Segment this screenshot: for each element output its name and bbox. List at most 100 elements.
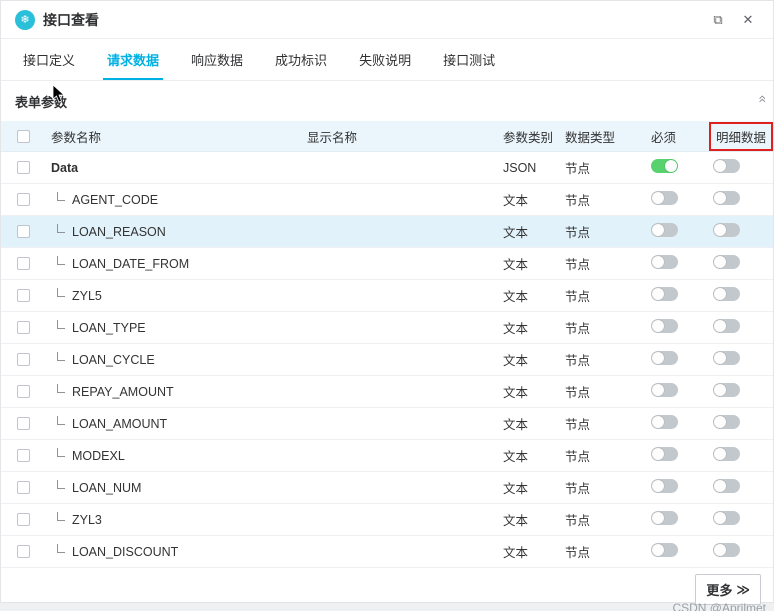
row-checkbox[interactable] bbox=[16, 289, 30, 302]
tree-branch-icon bbox=[57, 224, 65, 233]
detail-data-toggle[interactable] bbox=[713, 319, 740, 333]
row-checkbox-cell bbox=[1, 449, 45, 462]
required-toggle[interactable] bbox=[651, 159, 678, 173]
required-toggle[interactable] bbox=[651, 511, 678, 525]
row-checkbox[interactable] bbox=[16, 193, 30, 206]
detail-data-toggle[interactable] bbox=[713, 479, 740, 493]
row-checkbox[interactable] bbox=[16, 481, 30, 494]
row-checkbox[interactable] bbox=[16, 417, 30, 430]
close-icon[interactable]: ✕ bbox=[737, 9, 759, 31]
param-name-label: LOAN_REASON bbox=[72, 224, 166, 239]
detail-data-toggle[interactable] bbox=[713, 159, 740, 173]
row-checkbox-cell bbox=[1, 545, 45, 558]
expand-icon[interactable]: ⧉ bbox=[707, 9, 729, 31]
table-row[interactable]: LOAN_REASON 文本 节点 bbox=[1, 216, 773, 248]
param-category: 文本 bbox=[503, 226, 529, 240]
required-toggle[interactable] bbox=[651, 415, 678, 429]
required-toggle[interactable] bbox=[651, 255, 678, 269]
col-required: 必须 bbox=[651, 130, 677, 145]
required-toggle-cell bbox=[645, 159, 707, 176]
required-toggle-cell bbox=[645, 543, 707, 560]
col-param-name: 参数名称 bbox=[51, 130, 102, 145]
param-name: MODEXL bbox=[45, 448, 301, 463]
table-header-row: 参数名称 显示名称 参数类别 数据类型 必须 明细数据 bbox=[1, 121, 774, 152]
param-name: LOAN_REASON bbox=[45, 224, 301, 239]
detail-data-toggle[interactable] bbox=[713, 287, 740, 301]
collapse-double-chevron-up-icon[interactable]: » bbox=[753, 95, 769, 103]
data-type: 节点 bbox=[565, 162, 591, 176]
required-toggle[interactable] bbox=[651, 319, 678, 333]
row-checkbox[interactable] bbox=[16, 513, 30, 526]
required-toggle[interactable] bbox=[651, 479, 678, 493]
dialog-footer: 更多 ≫ bbox=[1, 568, 773, 610]
tab-4[interactable]: 成功标识 bbox=[259, 39, 343, 80]
required-toggle[interactable] bbox=[651, 191, 678, 205]
tab-6[interactable]: 接口测试 bbox=[427, 39, 511, 80]
table-row[interactable]: ZYL3 文本 节点 bbox=[1, 504, 773, 536]
detail-data-toggle[interactable] bbox=[713, 447, 740, 461]
tree-branch-icon bbox=[57, 544, 65, 553]
param-name-label: LOAN_CYCLE bbox=[72, 352, 155, 367]
table-row[interactable]: Data JSON 节点 bbox=[1, 152, 773, 184]
table-row[interactable]: LOAN_AMOUNT 文本 节点 bbox=[1, 408, 773, 440]
table-row[interactable]: AGENT_CODE 文本 节点 bbox=[1, 184, 773, 216]
required-toggle[interactable] bbox=[651, 287, 678, 301]
detail-data-toggle-cell bbox=[707, 255, 774, 272]
tab-1[interactable]: 接口定义 bbox=[7, 39, 91, 80]
table-row[interactable]: LOAN_NUM 文本 节点 bbox=[1, 472, 773, 504]
required-toggle-cell bbox=[645, 351, 707, 368]
select-all-checkbox[interactable] bbox=[16, 129, 30, 143]
row-checkbox-cell bbox=[1, 193, 45, 206]
tab-3[interactable]: 响应数据 bbox=[175, 39, 259, 80]
row-checkbox[interactable] bbox=[16, 385, 30, 398]
tree-branch-icon bbox=[57, 416, 65, 425]
detail-data-toggle[interactable] bbox=[713, 415, 740, 429]
detail-data-toggle-cell bbox=[707, 415, 774, 432]
row-checkbox[interactable] bbox=[16, 161, 30, 174]
row-checkbox-cell bbox=[1, 353, 45, 366]
table-row[interactable]: LOAN_TYPE 文本 节点 bbox=[1, 312, 773, 344]
row-checkbox[interactable] bbox=[16, 353, 30, 366]
required-toggle[interactable] bbox=[651, 351, 678, 365]
param-name-label: REPAY_AMOUNT bbox=[72, 384, 174, 399]
form-params-section-header: 表单参数 » bbox=[1, 81, 773, 121]
required-toggle[interactable] bbox=[651, 447, 678, 461]
row-checkbox[interactable] bbox=[16, 449, 30, 462]
row-checkbox-cell bbox=[1, 481, 45, 494]
row-checkbox[interactable] bbox=[16, 257, 30, 270]
required-toggle[interactable] bbox=[651, 223, 678, 237]
table-row[interactable]: REPAY_AMOUNT 文本 节点 bbox=[1, 376, 773, 408]
detail-data-toggle-cell bbox=[707, 383, 774, 400]
param-name-label: MODEXL bbox=[72, 448, 125, 463]
dialog-title: 接口查看 bbox=[43, 11, 99, 28]
row-checkbox-cell bbox=[1, 513, 45, 526]
detail-data-toggle[interactable] bbox=[713, 511, 740, 525]
row-checkbox[interactable] bbox=[16, 545, 30, 558]
table-row[interactable]: LOAN_DISCOUNT 文本 节点 bbox=[1, 536, 773, 568]
table-row[interactable]: ZYL5 文本 节点 bbox=[1, 280, 773, 312]
data-type: 节点 bbox=[565, 290, 591, 304]
detail-data-toggle[interactable] bbox=[713, 191, 740, 205]
detail-data-toggle[interactable] bbox=[713, 543, 740, 557]
table-row[interactable]: LOAN_DATE_FROM 文本 节点 bbox=[1, 248, 773, 280]
table-row[interactable]: MODEXL 文本 节点 bbox=[1, 440, 773, 472]
table-row[interactable]: LOAN_CYCLE 文本 节点 bbox=[1, 344, 773, 376]
required-toggle[interactable] bbox=[651, 543, 678, 557]
col-data-type: 数据类型 bbox=[565, 130, 616, 145]
detail-data-toggle[interactable] bbox=[713, 383, 740, 397]
row-checkbox[interactable] bbox=[16, 321, 30, 334]
detail-data-toggle-cell bbox=[707, 351, 774, 368]
tab-2[interactable]: 请求数据 bbox=[91, 39, 175, 80]
param-name: LOAN_DATE_FROM bbox=[45, 256, 301, 271]
param-category: 文本 bbox=[503, 418, 529, 432]
tab-5[interactable]: 失败说明 bbox=[343, 39, 427, 80]
detail-data-toggle[interactable] bbox=[713, 223, 740, 237]
interface-view-dialog: ❄ 接口查看 ⧉ ✕ 接口定义 请求数据 响应数据 成功标识 失败说明 接口测试 表单参数… bbox=[0, 0, 774, 605]
param-category: 文本 bbox=[503, 386, 529, 400]
detail-data-toggle-cell bbox=[707, 191, 774, 208]
detail-data-toggle[interactable] bbox=[713, 255, 740, 269]
tree-branch-icon bbox=[57, 384, 65, 393]
detail-data-toggle[interactable] bbox=[713, 351, 740, 365]
required-toggle[interactable] bbox=[651, 383, 678, 397]
row-checkbox[interactable] bbox=[16, 225, 30, 238]
